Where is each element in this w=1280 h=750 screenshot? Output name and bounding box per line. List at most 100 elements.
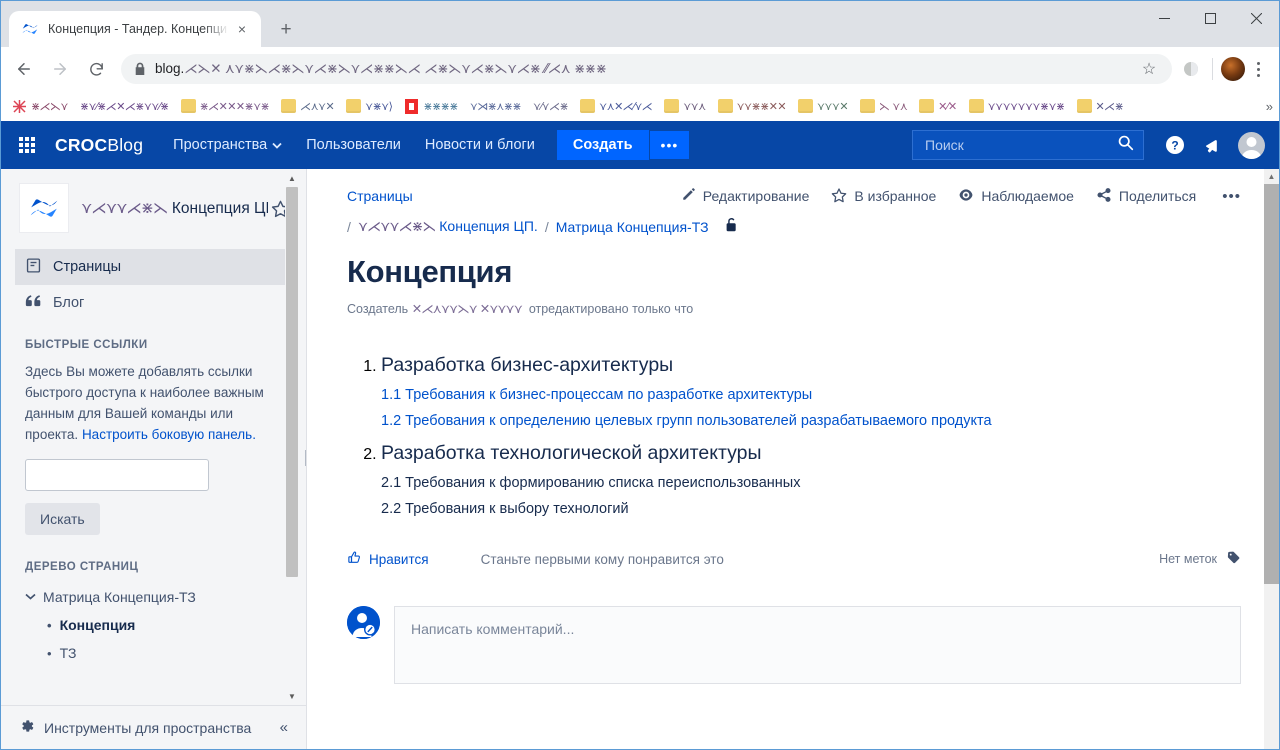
bookmark-item[interactable]: ⋇⋌✕✕✕⋇⋎⋇: [176, 97, 275, 115]
address-bar[interactable]: blog.⋌⋋✕ ⋏⋎⋇⋋⋌⋇⋋⋎⋌⋇⋋⋎⋌⋇⋇⋋⋌ ⋌⋇⋋⋎⋌⋇⋋⋎⋌⋇ ⁄⁄…: [121, 54, 1172, 84]
sidebar-scroll-thumb[interactable]: [286, 187, 298, 577]
breadcrumb-parent-link[interactable]: Матрица Концепция-ТЗ: [556, 219, 709, 235]
breadcrumb-space-link[interactable]: ⋎⋌⋎⋎⋌⋇⋋ Концепция ЦП.: [358, 218, 538, 235]
confluence-header: CROCBlog Пространства Пользователи Новос…: [1, 121, 1279, 169]
create-button[interactable]: Создать: [557, 130, 649, 160]
nav-blogs[interactable]: Новости и блоги: [413, 129, 547, 161]
maximize-button[interactable]: [1187, 1, 1233, 35]
tree-item-matrix[interactable]: Матрица Концепция-ТЗ: [1, 583, 306, 611]
profile-avatar[interactable]: [1221, 57, 1245, 81]
minimize-button[interactable]: [1141, 1, 1187, 35]
bookmark-item[interactable]: ⋎⋎⋇⋇✕✕: [713, 97, 791, 115]
user-avatar-icon: [347, 606, 380, 639]
pages-breadcrumb-link[interactable]: Страницы: [347, 188, 413, 204]
page-scroll-thumb[interactable]: [1264, 184, 1279, 584]
tab-close-icon[interactable]: ×: [231, 18, 253, 40]
bookmark-item[interactable]: ⋎⁄⋎⋌⋇: [528, 98, 573, 115]
lock-icon[interactable]: [724, 217, 739, 236]
help-icon[interactable]: ?: [1158, 128, 1192, 162]
bookmarks-bar: ⋇⋌⋋⋎ ⋇⋎⁄⋇⋌✕⋌⋇⋎⋎⁄⋇ ⋇⋌✕✕✕⋇⋎⋇ ⋌⋏⋎✕ ⋎⋇⋎⟩ ⋇⋇⋇…: [1, 91, 1279, 121]
tree-item-tz[interactable]: • ТЗ: [1, 639, 306, 667]
user-avatar[interactable]: [1238, 132, 1265, 159]
browser-titlebar: Концепция - Тандер. Концепци × +: [1, 1, 1279, 47]
browser-tab[interactable]: Концепция - Тандер. Концепци ×: [9, 11, 261, 47]
more-actions-button[interactable]: •••: [1218, 188, 1241, 205]
forward-button[interactable]: [45, 54, 75, 84]
create-more-button[interactable]: •••: [650, 131, 690, 159]
bookmark-item[interactable]: ⋎⋎⋎⋎⋎⋎⋎⋇⋎⋇: [964, 97, 1070, 115]
page-scrollbar[interactable]: ▲: [1264, 169, 1279, 749]
edit-button[interactable]: Редактирование: [681, 187, 810, 205]
bookmarks-overflow-icon[interactable]: »: [1266, 91, 1273, 121]
sidebar-search-button[interactable]: Искать: [25, 503, 100, 535]
bookmark-item[interactable]: ⋎⋊⋇⋏⋇⋇: [465, 98, 526, 115]
extension-icon[interactable]: [1178, 56, 1204, 82]
scroll-up-icon[interactable]: ▲: [285, 171, 299, 185]
collapse-sidebar-icon[interactable]: «: [280, 719, 288, 736]
new-tab-button[interactable]: +: [271, 14, 301, 44]
bookmark-item[interactable]: ⋎⋇⋎⟩: [341, 97, 397, 115]
chevron-down-icon[interactable]: [25, 591, 35, 603]
watch-button[interactable]: Наблюдаемое: [958, 187, 1074, 206]
nav-people[interactable]: Пользователи: [294, 129, 413, 161]
tree-item-koncepciya[interactable]: • Концепция: [1, 611, 306, 639]
chevron-down-icon: [272, 137, 282, 153]
comment-input[interactable]: Написать комментарий...: [394, 606, 1241, 684]
header-search[interactable]: [912, 130, 1144, 160]
bookmark-item[interactable]: ✕⁄✕: [914, 97, 961, 115]
site-favicon-red-icon: [404, 99, 419, 114]
bookmark-item[interactable]: ⋇⋇⋇⋇: [399, 97, 462, 116]
nav-people-label: Пользователи: [306, 137, 401, 153]
page-byline: Создатель ✕⋌⋏⋎⋎⋋⋎ ✕⋎⋎⋎⋎ отредактировано …: [347, 301, 1241, 316]
app-switcher-icon[interactable]: [11, 121, 43, 169]
bullet-icon: •: [47, 618, 52, 633]
bookmark-item[interactable]: ⋇⋎⁄⋇⋌✕⋌⋇⋎⋎⁄⋇: [75, 98, 174, 115]
page-meta-row: Нравится Станьте первыми кому понравится…: [347, 550, 1241, 568]
back-button[interactable]: [9, 54, 39, 84]
bookmark-item[interactable]: ✕⋌⋇: [1072, 97, 1129, 115]
like-note: Станьте первыми кому понравится это: [481, 552, 724, 567]
search-input[interactable]: [925, 137, 1117, 153]
sidebar-search-input[interactable]: [25, 459, 209, 491]
bookmark-label: ⋇⋌✕✕✕⋇⋎⋇: [200, 100, 270, 113]
nav-spaces[interactable]: Пространства: [161, 129, 294, 161]
space-name[interactable]: ⋎⋌⋎⋎⋌⋇⋋ Концепция ЦП.: [81, 199, 268, 218]
space-logo-icon: [19, 183, 69, 233]
bookmark-star-icon[interactable]: ☆: [1136, 56, 1162, 82]
bookmark-label: ⋎⋎⋎⋎⋎⋎⋎⋇⋎⋇: [988, 100, 1065, 113]
sidebar-item-blog[interactable]: Блог: [15, 285, 292, 321]
space-tools-footer[interactable]: Инструменты для пространства «: [1, 705, 306, 749]
page-tree-heading: ДЕРЕВО СТРАНИЦ: [25, 561, 282, 573]
configure-sidebar-link[interactable]: Настроить боковую панель.: [82, 427, 256, 442]
close-button[interactable]: [1233, 1, 1279, 35]
bookmark-item[interactable]: ⋌⋏⋎✕: [276, 97, 339, 115]
url-redacted: ⋌⋋✕ ⋏⋎⋇⋋⋌⋇⋋⋎⋌⋇⋋⋎⋌⋇⋇⋋⋌ ⋌⋇⋋⋎⋌⋇⋋⋎⋌⋇ ⁄⁄⋌⋏ ⋇⋇…: [184, 61, 606, 77]
sublist-item-link[interactable]: 1.1 Требования к бизнес-процессам по раз…: [381, 382, 1241, 408]
comment-area: Написать комментарий...: [347, 606, 1241, 684]
folder-icon: [664, 99, 679, 113]
favorite-button[interactable]: В избранное: [831, 187, 936, 206]
favorite-label: В избранное: [854, 188, 936, 204]
brand-logo[interactable]: CROCBlog: [55, 135, 143, 156]
megaphone-icon[interactable]: [1196, 128, 1230, 162]
scroll-up-icon[interactable]: ▲: [1264, 169, 1279, 184]
list-item: Разработка технологической архитектуры 2…: [381, 438, 1241, 522]
share-button[interactable]: Поделиться: [1096, 187, 1196, 206]
bookmark-item[interactable]: ⋋ ⋎⋏: [855, 97, 912, 115]
like-button[interactable]: Нравится: [347, 550, 429, 568]
sidebar-scrollbar[interactable]: ▲ ▼: [285, 171, 299, 703]
watch-label: Наблюдаемое: [981, 188, 1074, 204]
sidebar-item-pages[interactable]: Страницы: [15, 249, 292, 285]
reload-button[interactable]: [81, 54, 111, 84]
bookmark-item[interactable]: ⋎⋎⋎✕: [793, 97, 853, 115]
search-icon[interactable]: [1117, 134, 1134, 156]
window-controls: [1141, 1, 1279, 35]
bookmark-item[interactable]: ⋎⋎⋏: [659, 97, 710, 115]
breadcrumb-redacted: ⋎⋌⋎⋎⋌⋇⋋: [358, 219, 436, 235]
browser-menu-icon[interactable]: [1245, 62, 1271, 77]
labels-area[interactable]: Нет меток: [1159, 550, 1241, 568]
sublist-item-link[interactable]: 1.2 Требования к определению целевых гру…: [381, 408, 1241, 434]
bookmark-item[interactable]: ⋎⋏✕⋌⁄⋎⋌: [575, 97, 657, 115]
bookmark-item[interactable]: ⋇⋌⋋⋎: [7, 97, 73, 116]
scroll-down-icon[interactable]: ▼: [285, 689, 299, 703]
